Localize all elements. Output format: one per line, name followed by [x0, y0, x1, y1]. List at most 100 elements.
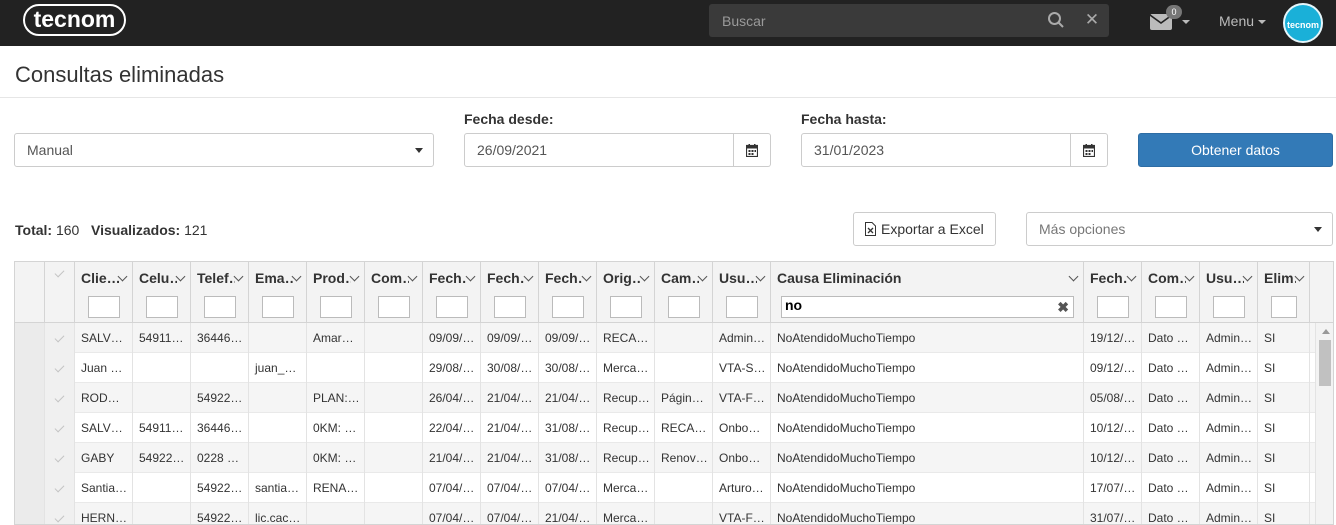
search-icon[interactable]: [1047, 11, 1065, 29]
row-handle[interactable]: [15, 383, 45, 413]
date-from-calendar-button[interactable]: [734, 133, 771, 167]
chevron-down-icon[interactable]: [233, 271, 244, 282]
row-handle[interactable]: [15, 473, 45, 503]
column-filter-input[interactable]: [494, 296, 526, 318]
select-all-header[interactable]: [45, 262, 75, 323]
table-row[interactable]: SALV… 54911… 36446… Amar… 09/09/… 09/09/… 09/0…: [15, 323, 1333, 353]
chevron-down-icon[interactable]: [697, 271, 708, 282]
date-from-input[interactable]: 26/09/2021: [464, 133, 734, 167]
table-row[interactable]: HERN… 54922… lic.cac… 07/04/… 07/04/… 21/04/……: [15, 503, 1333, 524]
column-filter-input[interactable]: [262, 296, 294, 318]
column-filter-input[interactable]: [668, 296, 700, 318]
row-select-cell[interactable]: [45, 413, 75, 443]
row-select-cell[interactable]: [45, 353, 75, 383]
clear-filter-icon[interactable]: ✖: [1057, 299, 1069, 315]
chevron-down-icon[interactable]: [1068, 271, 1079, 282]
search-input[interactable]: [709, 4, 1039, 37]
chevron-down-icon[interactable]: [755, 271, 766, 282]
column-filter-input[interactable]: [378, 296, 410, 318]
column-header-celular[interactable]: Celu…: [133, 262, 191, 323]
column-filter-input[interactable]: [204, 296, 236, 318]
row-select-cell[interactable]: [45, 503, 75, 524]
column-header-eliminado[interactable]: Elim…: [1258, 262, 1310, 323]
column-filter-input[interactable]: [552, 296, 584, 318]
column-header-campania[interactable]: Cam…: [655, 262, 713, 323]
column-header-cliente[interactable]: Clie…: [75, 262, 133, 323]
row-handle[interactable]: [15, 443, 45, 473]
more-options-select[interactable]: Más opciones: [1026, 212, 1333, 246]
column-filter-input[interactable]: [436, 296, 468, 318]
column-header-usuario-eliminacion[interactable]: Usu…: [1200, 262, 1258, 323]
column-header-usuario[interactable]: Usu…: [713, 262, 771, 323]
column-header-fecha-1[interactable]: Fech…: [423, 262, 481, 323]
chevron-down-icon[interactable]: [523, 271, 534, 282]
chevron-down-icon[interactable]: [349, 271, 360, 282]
select-all-check-icon[interactable]: [54, 267, 65, 278]
row-select-cell[interactable]: [45, 323, 75, 353]
export-excel-button[interactable]: Exportar a Excel: [853, 212, 996, 246]
table-row[interactable]: ROD… 54922… PLAN:… 26/04/… 21/04/… 21/04/… Rec…: [15, 383, 1333, 413]
row-check-icon[interactable]: [54, 482, 65, 493]
table-row[interactable]: GABY 54922… 0228 … 0KM: … 21/04/… 21/04/… 31/0…: [15, 443, 1333, 473]
column-header-producto[interactable]: Prod…: [307, 262, 365, 323]
column-header-causa-eliminacion[interactable]: Causa Eliminación no ✖: [771, 262, 1084, 323]
row-handle[interactable]: [15, 503, 45, 524]
chevron-down-icon[interactable]: [581, 271, 592, 282]
column-header-fecha-3[interactable]: Fech…: [539, 262, 597, 323]
row-select-cell[interactable]: [45, 443, 75, 473]
chevron-down-icon[interactable]: [1184, 271, 1195, 282]
tecnom-logo[interactable]: tecnom: [23, 4, 126, 36]
column-filter-input[interactable]: no ✖: [781, 296, 1074, 318]
column-header-telefono[interactable]: Telef…: [191, 262, 249, 323]
table-row[interactable]: SALV… 54911… 36446… 0KM: … 22/04/… 21/04/… 31/…: [15, 413, 1333, 443]
table-row[interactable]: Juan … juan_… 29/08/… 30/08/… 30/08/… Merca… V…: [15, 353, 1333, 383]
column-filter-input[interactable]: [320, 296, 352, 318]
chevron-down-icon[interactable]: [639, 271, 650, 282]
scroll-up-icon[interactable]: [1322, 329, 1330, 334]
column-header-email[interactable]: Ema…: [249, 262, 307, 323]
column-header-comentario-eliminacion[interactable]: Com…: [1142, 262, 1200, 323]
column-filter-input[interactable]: [610, 296, 642, 318]
messages-dropdown[interactable]: 0: [1150, 5, 1190, 33]
column-header-fecha-eliminacion[interactable]: Fech…: [1084, 262, 1142, 323]
column-filter-input[interactable]: [1097, 296, 1129, 318]
row-check-icon[interactable]: [54, 512, 65, 523]
chevron-down-icon[interactable]: [291, 271, 302, 282]
row-check-icon[interactable]: [54, 452, 65, 463]
chevron-down-icon[interactable]: [175, 271, 186, 282]
column-header-comentario[interactable]: Com…: [365, 262, 423, 323]
chevron-down-icon[interactable]: [1242, 271, 1253, 282]
row-handle[interactable]: [15, 413, 45, 443]
column-filter-input[interactable]: [146, 296, 178, 318]
row-check-icon[interactable]: [54, 422, 65, 433]
row-check-icon[interactable]: [54, 392, 65, 403]
scrollbar-thumb[interactable]: [1319, 340, 1331, 386]
main-menu-dropdown[interactable]: Menu: [1219, 13, 1267, 29]
date-to-calendar-button[interactable]: [1071, 133, 1108, 167]
column-header-origen[interactable]: Orig…: [597, 262, 655, 323]
type-select[interactable]: Manual: [14, 133, 434, 167]
chevron-down-icon[interactable]: [1294, 271, 1305, 282]
column-filter-input[interactable]: [1155, 296, 1187, 318]
table-row[interactable]: Santia… 54922… santia… RENA… 07/04/… 07/04/… 0…: [15, 473, 1333, 503]
row-select-cell[interactable]: [45, 383, 75, 413]
row-handle[interactable]: [15, 323, 45, 353]
row-handle[interactable]: [15, 353, 45, 383]
chevron-down-icon[interactable]: [465, 271, 476, 282]
chevron-down-icon[interactable]: [117, 271, 128, 282]
row-check-icon[interactable]: [54, 362, 65, 373]
row-select-cell[interactable]: [45, 473, 75, 503]
vertical-scrollbar[interactable]: [1315, 323, 1333, 524]
chevron-down-icon[interactable]: [407, 271, 418, 282]
chevron-down-icon[interactable]: [1126, 271, 1137, 282]
column-filter-input[interactable]: [88, 296, 120, 318]
clear-search-icon[interactable]: ✕: [1083, 10, 1101, 30]
column-filter-input[interactable]: [726, 296, 758, 318]
date-to-input[interactable]: 31/01/2023: [801, 133, 1071, 167]
column-header-fecha-2[interactable]: Fech…: [481, 262, 539, 323]
column-filter-input[interactable]: [1271, 296, 1297, 318]
user-avatar[interactable]: tecnom: [1283, 3, 1323, 43]
row-check-icon[interactable]: [54, 332, 65, 343]
get-data-button[interactable]: Obtener datos: [1138, 133, 1333, 167]
column-filter-input[interactable]: [1213, 296, 1245, 318]
